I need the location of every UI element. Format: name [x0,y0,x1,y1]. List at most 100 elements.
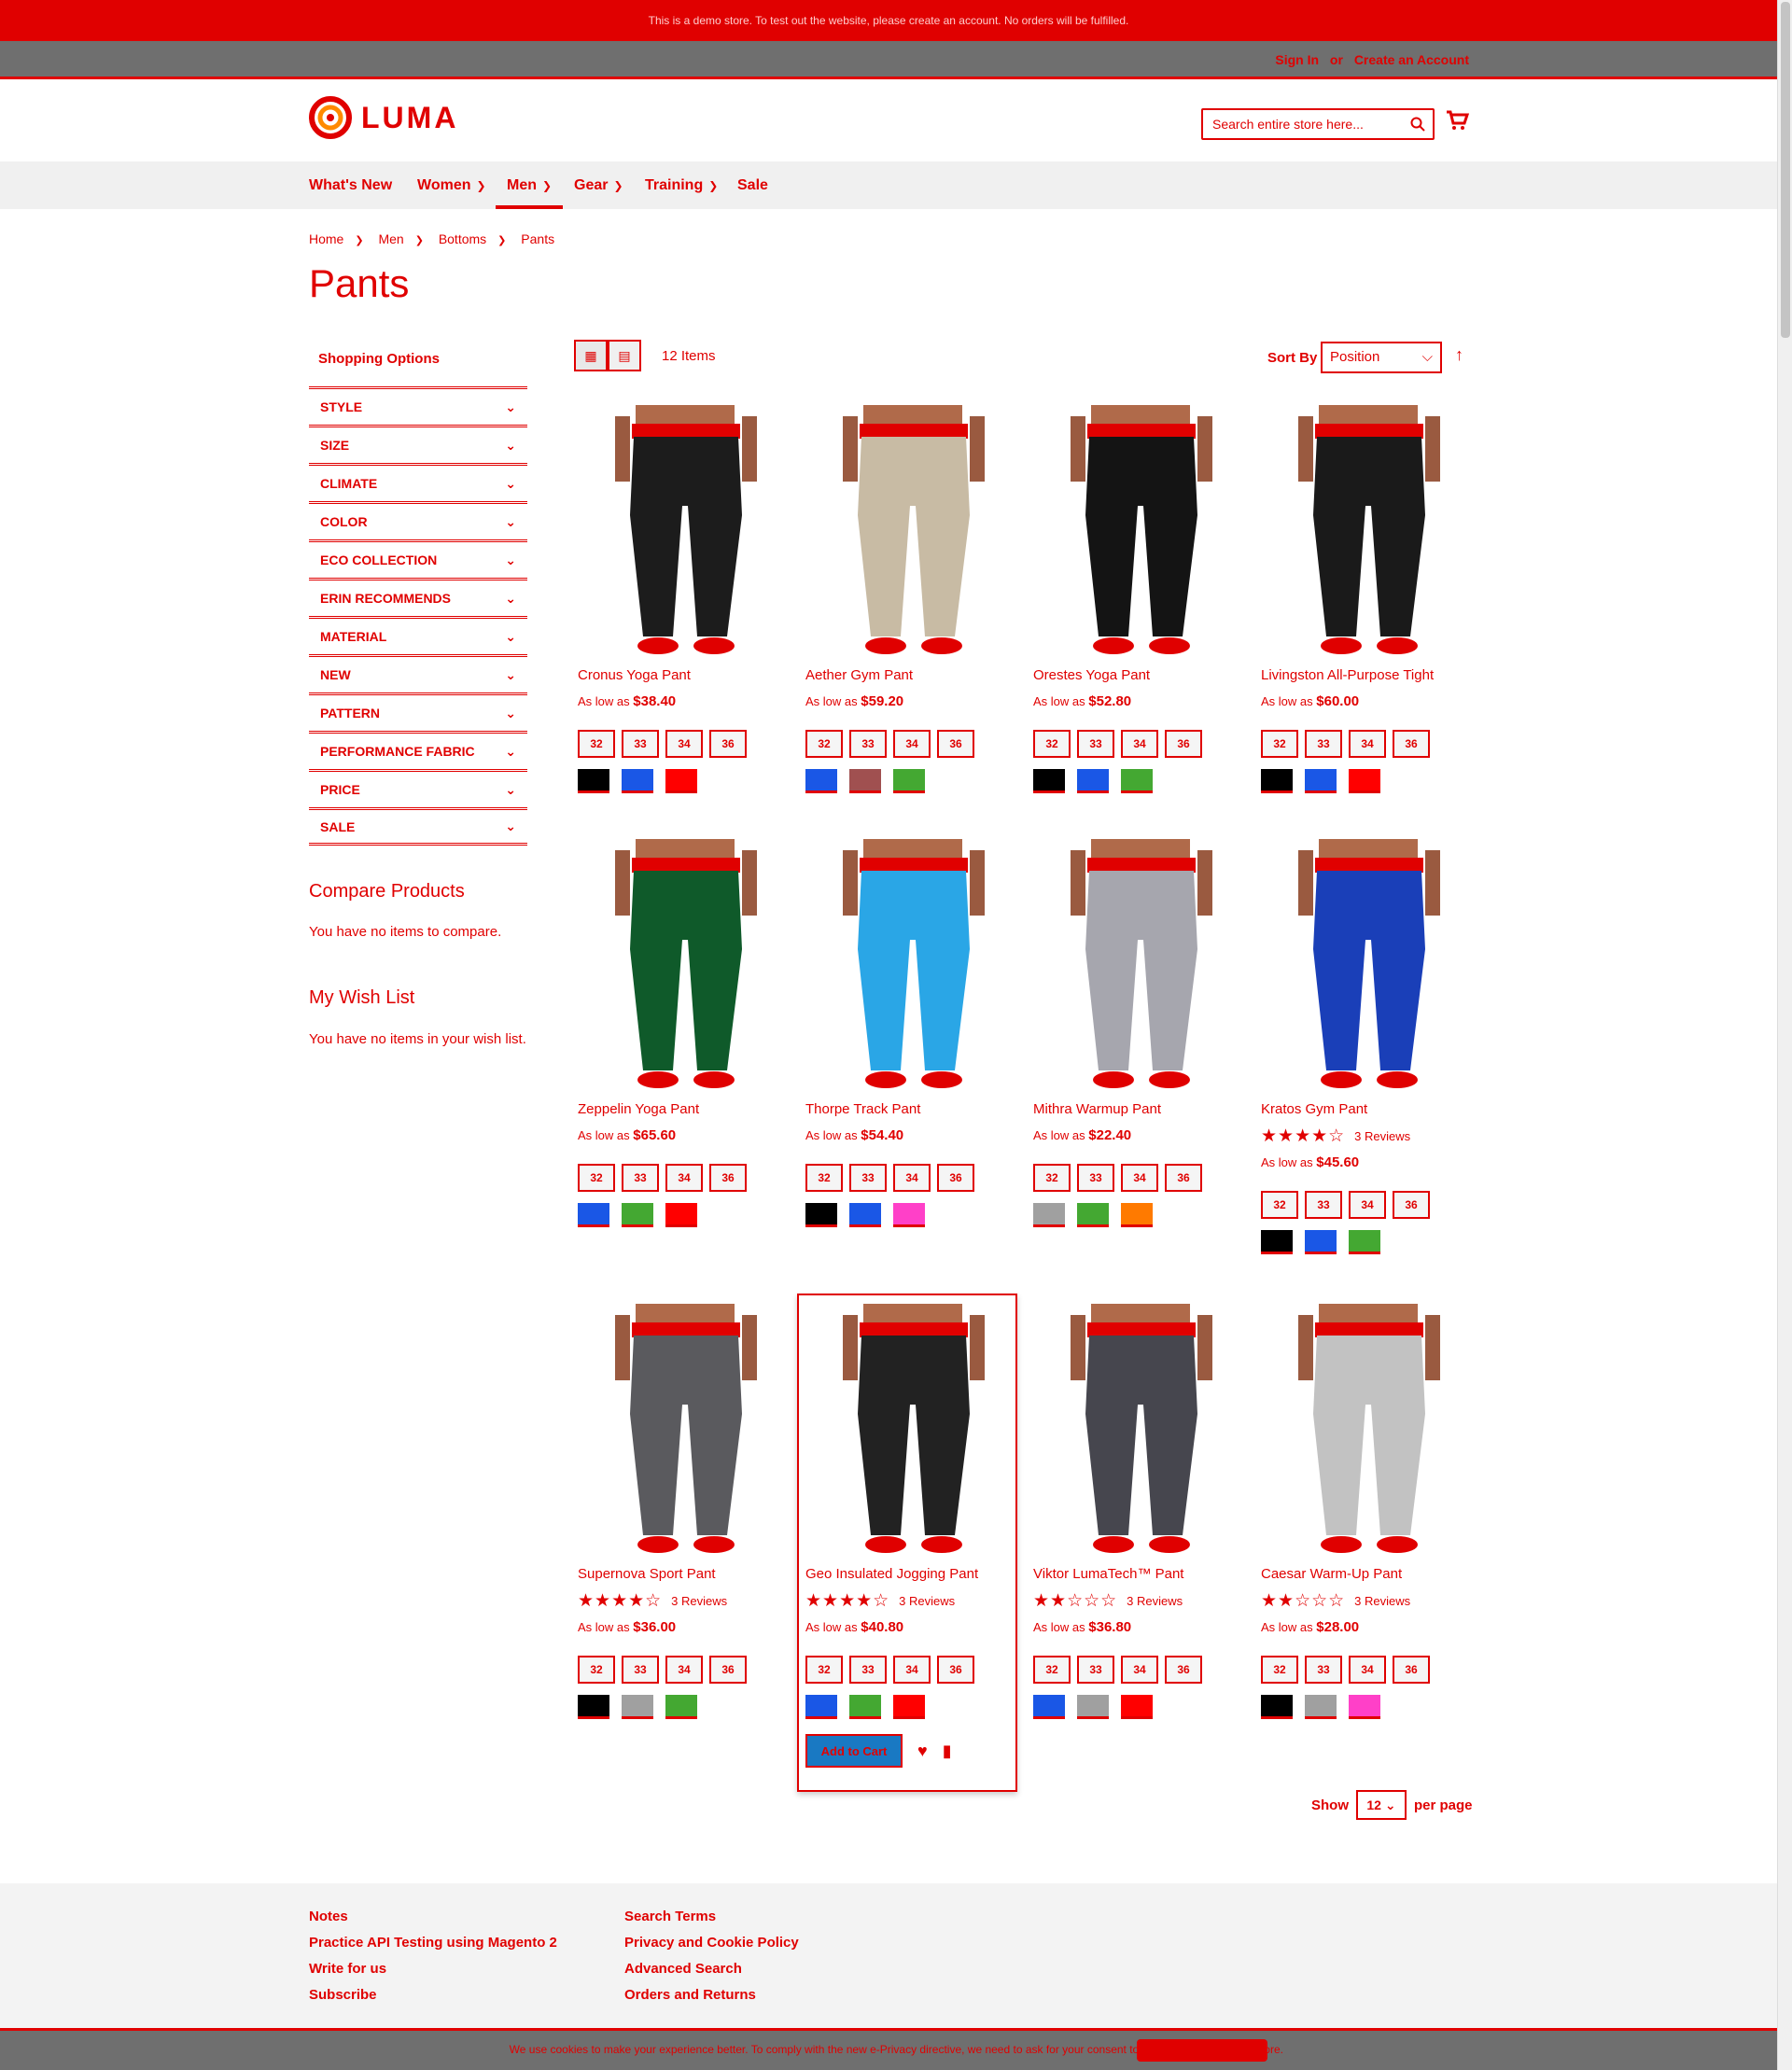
filter-sale[interactable]: Sale ⌄ [309,807,527,846]
color-swatch[interactable] [578,1203,609,1227]
product-image[interactable] [1033,403,1250,660]
size-option[interactable]: 32 [805,730,843,758]
sort-select[interactable]: Position ⌵ [1321,342,1442,373]
filter-performance-fabric[interactable]: Performance Fabric ⌄ [309,731,527,769]
cart-icon[interactable] [1445,108,1469,133]
size-option[interactable]: 36 [1165,730,1202,758]
product-item[interactable]: Livingston All-Purpose Tight As low as $6… [1261,403,1477,793]
allow-cookies-button[interactable] [1137,2038,1268,2062]
list-mode-button[interactable]: ▤ [608,340,641,371]
size-option[interactable]: 32 [578,730,615,758]
product-image[interactable] [1261,837,1477,1094]
nav-women[interactable]: Women ❯ [417,161,486,209]
color-swatch[interactable] [1305,1695,1337,1719]
color-swatch[interactable] [1121,1203,1153,1227]
size-option[interactable]: 34 [665,1164,703,1192]
product-image[interactable] [1033,1302,1250,1559]
reviews-link[interactable]: 3 Reviews [1354,1129,1410,1143]
product-name[interactable]: Mithra Warmup Pant [1033,1101,1250,1120]
size-option[interactable]: 33 [1077,1656,1114,1684]
size-option[interactable]: 33 [622,1656,659,1684]
size-option[interactable]: 32 [1261,730,1298,758]
product-name[interactable]: Livingston All-Purpose Tight [1261,667,1477,686]
color-swatch[interactable] [805,1695,837,1719]
footer-link[interactable]: Notes [309,1904,557,1930]
footer-link[interactable]: Practice API Testing using Magento 2 [309,1930,557,1956]
filter-erin-recommends[interactable]: Erin Recommends ⌄ [309,578,527,616]
wishlist-heart-icon[interactable]: ♥ [917,1741,928,1761]
scrollbar-thumb[interactable] [1781,2,1790,338]
reviews-link[interactable]: 3 Reviews [899,1594,955,1608]
color-swatch[interactable] [1349,1695,1380,1719]
reviews-link[interactable]: 3 Reviews [1127,1594,1183,1608]
size-option[interactable]: 34 [1349,730,1386,758]
filter-material[interactable]: Material ⌄ [309,616,527,654]
nav-whats-new[interactable]: What's New [309,161,392,209]
color-swatch[interactable] [849,769,881,793]
color-swatch[interactable] [1033,1203,1065,1227]
product-name[interactable]: Aether Gym Pant [805,667,1022,686]
color-swatch[interactable] [578,1695,609,1719]
color-swatch[interactable] [1261,769,1293,793]
size-option[interactable]: 34 [893,730,931,758]
breadcrumb-bottoms[interactable]: Bottoms [439,231,486,246]
nav-men[interactable]: Men ❯ [496,161,564,209]
breadcrumb-men[interactable]: Men [378,231,403,246]
search-input[interactable] [1211,116,1410,133]
size-option[interactable]: 34 [1349,1656,1386,1684]
size-option[interactable]: 36 [709,1164,747,1192]
color-swatch[interactable] [1305,1230,1337,1254]
color-swatch[interactable] [665,769,697,793]
color-swatch[interactable] [1349,1230,1380,1254]
product-item[interactable]: Orestes Yoga Pant As low as $52.80 32 33 34 3… [1033,403,1250,793]
product-item[interactable]: Viktor LumaTech™ Pant ★★☆☆☆ 3 Reviews As lo… [1033,1302,1250,1719]
size-option[interactable]: 33 [1305,730,1342,758]
color-swatch[interactable] [622,1695,653,1719]
size-option[interactable]: 34 [1121,730,1158,758]
footer-link[interactable]: Write for us [309,1956,557,1982]
product-name[interactable]: Thorpe Track Pant [805,1101,1022,1120]
product-image[interactable] [578,837,794,1094]
color-swatch[interactable] [578,769,609,793]
logo[interactable]: LUMA [309,96,458,139]
color-swatch[interactable] [849,1695,881,1719]
color-swatch[interactable] [805,769,837,793]
filter-color[interactable]: Color ⌄ [309,501,527,539]
product-image[interactable] [578,1302,794,1559]
color-swatch[interactable] [1261,1230,1293,1254]
size-option[interactable]: 33 [1305,1656,1342,1684]
size-option[interactable]: 32 [578,1656,615,1684]
limiter-select[interactable]: 12 ⌄ [1356,1790,1407,1820]
color-swatch[interactable] [1261,1695,1293,1719]
product-image[interactable] [578,403,794,660]
product-item[interactable]: Supernova Sport Pant ★★★★☆ 3 Reviews As low… [578,1302,794,1719]
product-name[interactable]: Orestes Yoga Pant [1033,667,1250,686]
product-name[interactable]: Kratos Gym Pant [1261,1101,1477,1120]
nav-training[interactable]: Training ❯ [645,161,718,209]
product-name[interactable]: Geo Insulated Jogging Pant [805,1566,1022,1585]
size-option[interactable]: 36 [937,1656,974,1684]
sign-in-link[interactable]: Sign In [1275,52,1319,67]
size-option[interactable]: 36 [937,1164,974,1192]
product-item[interactable]: Mithra Warmup Pant As low as $22.40 32 33 34… [1033,837,1250,1227]
product-item[interactable]: Geo Insulated Jogging Pant ★★★★☆ 3 Reviews… [805,1302,1022,1768]
color-swatch[interactable] [665,1695,697,1719]
product-image[interactable] [1261,403,1477,660]
size-option[interactable]: 32 [578,1164,615,1192]
scrollbar[interactable] [1777,0,1792,2070]
color-swatch[interactable] [1033,1695,1065,1719]
size-option[interactable]: 36 [1165,1656,1202,1684]
compare-bars-icon[interactable]: ▮ [943,1741,952,1761]
search-box[interactable] [1201,108,1435,140]
color-swatch[interactable] [1033,769,1065,793]
product-item[interactable]: Aether Gym Pant As low as $59.20 32 33 34 36 [805,403,1022,793]
size-option[interactable]: 33 [849,730,887,758]
size-option[interactable]: 34 [1121,1656,1158,1684]
color-swatch[interactable] [665,1203,697,1227]
reviews-link[interactable]: 3 Reviews [671,1594,727,1608]
reviews-link[interactable]: 3 Reviews [1354,1594,1410,1608]
color-swatch[interactable] [622,769,653,793]
size-option[interactable]: 32 [1033,1656,1071,1684]
size-option[interactable]: 33 [622,1164,659,1192]
size-option[interactable]: 36 [709,730,747,758]
